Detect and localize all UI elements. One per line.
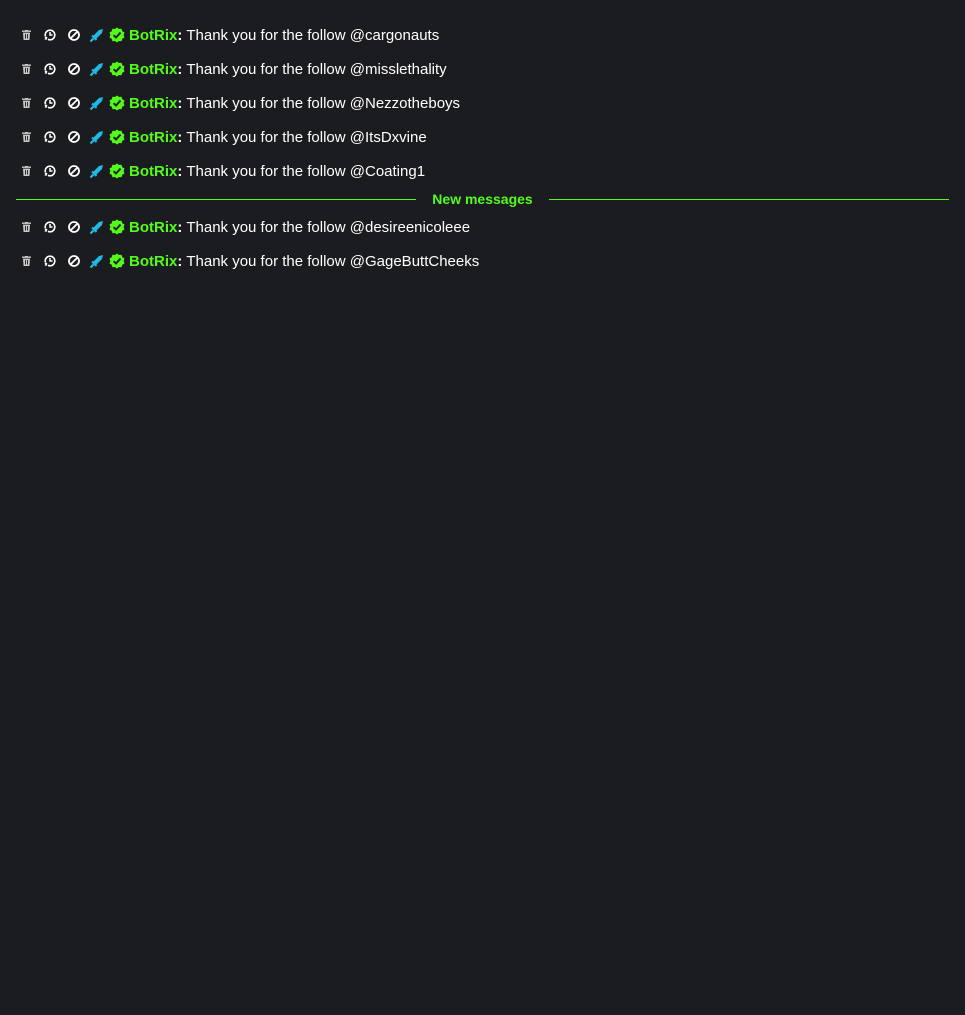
ban-icon[interactable]	[67, 130, 81, 144]
ban-icon[interactable]	[67, 254, 81, 268]
chat-message: BotRix : Thank you for the follow @ItsDx…	[16, 120, 949, 154]
verified-check-icon	[109, 219, 125, 235]
divider-line-left	[16, 198, 417, 200]
divider-line-right	[548, 198, 949, 200]
chat-message: BotRix : Thank you for the follow @missl…	[16, 52, 949, 86]
moderator-sword-icon	[89, 219, 105, 235]
message-separator: :	[177, 94, 183, 112]
verified-check-icon	[109, 61, 125, 77]
timeout-icon[interactable]	[43, 28, 57, 42]
timeout-icon[interactable]	[43, 130, 57, 144]
ban-icon[interactable]	[67, 164, 81, 178]
ban-icon[interactable]	[67, 62, 81, 76]
username[interactable]: BotRix	[129, 219, 177, 236]
message-text: Thank you for the follow @ItsDxvine	[186, 128, 427, 146]
moderator-sword-icon	[89, 129, 105, 145]
message-separator: :	[177, 218, 183, 236]
username[interactable]: BotRix	[129, 61, 177, 78]
message-separator: :	[177, 60, 183, 78]
message-separator: :	[177, 162, 183, 180]
trash-icon[interactable]	[19, 254, 33, 268]
username[interactable]: BotRix	[129, 95, 177, 112]
moderator-sword-icon	[89, 163, 105, 179]
chat-message: BotRix : Thank you for the follow @Nezzo…	[16, 86, 949, 120]
verified-check-icon	[109, 129, 125, 145]
timeout-icon[interactable]	[43, 96, 57, 110]
chat-message: BotRix : Thank you for the follow @desir…	[16, 210, 949, 244]
ban-icon[interactable]	[67, 96, 81, 110]
verified-check-icon	[109, 253, 125, 269]
ban-icon[interactable]	[67, 220, 81, 234]
username[interactable]: BotRix	[129, 163, 177, 180]
verified-check-icon	[109, 95, 125, 111]
moderator-sword-icon	[89, 27, 105, 43]
username[interactable]: BotRix	[129, 253, 177, 270]
username[interactable]: BotRix	[129, 129, 177, 146]
timeout-icon[interactable]	[43, 220, 57, 234]
chat-message: BotRix : Thank you for the follow @Coati…	[16, 154, 949, 188]
username[interactable]: BotRix	[129, 27, 177, 44]
message-text: Thank you for the follow @Coating1	[186, 162, 426, 180]
verified-check-icon	[109, 163, 125, 179]
moderator-sword-icon	[89, 253, 105, 269]
timeout-icon[interactable]	[43, 62, 57, 76]
chat-feed: BotRix : Thank you for the follow @cargo…	[16, 18, 949, 278]
new-messages-label: New messages	[432, 191, 533, 207]
moderator-sword-icon	[89, 61, 105, 77]
message-separator: :	[177, 26, 183, 44]
ban-icon[interactable]	[67, 28, 81, 42]
trash-icon[interactable]	[19, 220, 33, 234]
message-separator: :	[177, 252, 183, 270]
message-text: Thank you for the follow @misslethality	[186, 60, 447, 78]
timeout-icon[interactable]	[43, 254, 57, 268]
message-text: Thank you for the follow @cargonauts	[186, 26, 440, 44]
trash-icon[interactable]	[19, 62, 33, 76]
trash-icon[interactable]	[19, 130, 33, 144]
trash-icon[interactable]	[19, 28, 33, 42]
trash-icon[interactable]	[19, 164, 33, 178]
new-messages-divider: New messages	[16, 188, 949, 210]
message-text: Thank you for the follow @Nezzotheboys	[186, 94, 461, 112]
moderator-sword-icon	[89, 95, 105, 111]
message-separator: :	[177, 128, 183, 146]
timeout-icon[interactable]	[43, 164, 57, 178]
verified-check-icon	[109, 27, 125, 43]
message-text: Thank you for the follow @desireenicolee…	[186, 218, 471, 236]
chat-message: BotRix : Thank you for the follow @GageB…	[16, 244, 949, 278]
chat-message: BotRix : Thank you for the follow @cargo…	[16, 18, 949, 52]
trash-icon[interactable]	[19, 96, 33, 110]
message-text: Thank you for the follow @GageButtCheeks	[186, 252, 480, 270]
